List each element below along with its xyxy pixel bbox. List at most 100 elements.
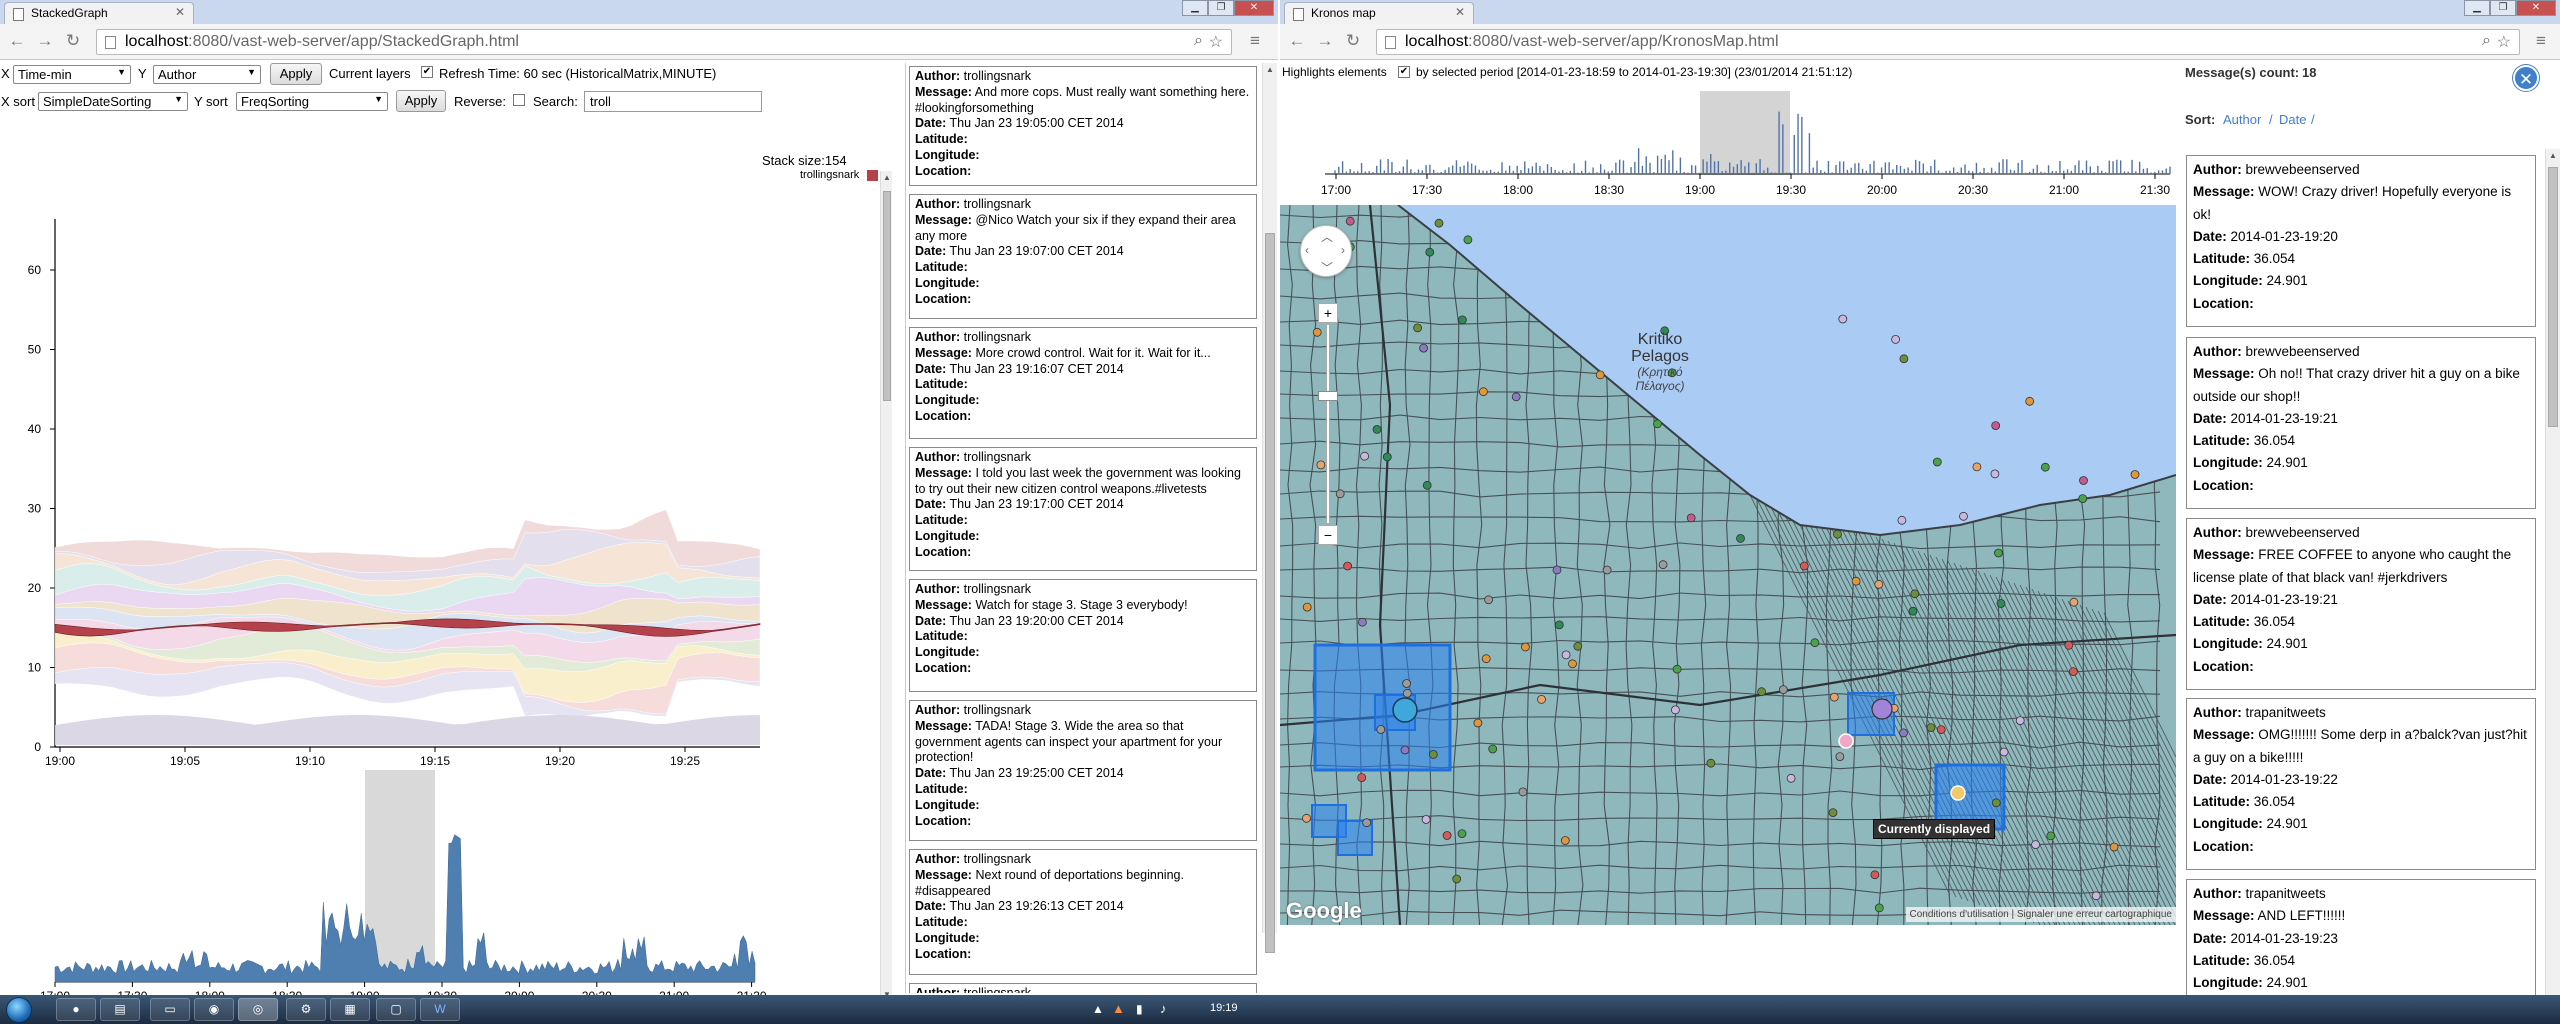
scroll-thumb[interactable] (2548, 167, 2558, 427)
message-item[interactable]: Author: trollingsnark Message: I told you… (909, 447, 1257, 571)
apply-button[interactable]: Apply (270, 63, 322, 85)
scroll-thumb[interactable] (883, 191, 891, 401)
pan-down-icon[interactable]: ﹀ (1321, 259, 1333, 276)
street-map[interactable] (1280, 205, 2176, 925)
map-marker (1658, 560, 1668, 570)
tab-close-icon[interactable]: ✕ (1455, 5, 1465, 19)
menu-icon[interactable]: ≡ (1244, 30, 1266, 52)
tab-close-icon[interactable]: ✕ (175, 5, 185, 19)
message-card[interactable]: Author: brewvebeenserved Message: FREE CO… (2186, 518, 2536, 690)
search-input[interactable] (584, 91, 762, 112)
address-bar[interactable]: localhost:8080/vast-web-server/app/Stack… (96, 29, 1232, 55)
zoom-slider-thumb[interactable] (1318, 391, 1338, 401)
time-histogram[interactable]: 17:00 17:30 18:00 18:30 19:00 19:30 20:00 20:30… (1280, 89, 2180, 205)
chrome-icon[interactable]: ◎ (238, 998, 278, 1021)
close-window-button[interactable]: ✕ (1234, 0, 1274, 16)
close-panel-icon[interactable]: ✕ (2513, 65, 2539, 91)
chart-scrollbar[interactable]: ▲ ▼ (880, 171, 892, 995)
tray-volume-icon[interactable]: ♪ (1160, 1001, 1167, 1016)
message-card[interactable]: Author: brewvebeenserved Message: WOW! Cr… (2186, 155, 2536, 327)
forward-icon[interactable]: → (34, 30, 56, 52)
search-icon[interactable]: ⌕ (1194, 32, 1203, 50)
back-icon[interactable]: ← (1286, 30, 1308, 52)
message-card[interactable]: Author: trapanitweets Message: AND LEFT!!… (2186, 879, 2536, 995)
back-icon[interactable]: ← (6, 30, 28, 52)
message-item[interactable]: Author: trollingsnark Message: More crowd… (909, 327, 1257, 439)
xsort-select[interactable]: SimpleDateSorting ▼ (38, 92, 188, 111)
tray-alert-icon[interactable]: ▲ (1112, 1001, 1125, 1016)
sort-date-link[interactable]: Date (2279, 112, 2306, 127)
reverse-checkbox[interactable] (513, 94, 525, 106)
pan-up-icon[interactable]: ︿ (1321, 228, 1333, 245)
field-label: Message: (915, 718, 972, 733)
message-card[interactable]: Author: brewvebeenserved Message: Oh no!!… (2186, 337, 2536, 509)
star-icon[interactable]: ☆ (1209, 32, 1223, 52)
start-button[interactable] (6, 997, 32, 1023)
highlight-checkbox[interactable]: ✔ (1398, 66, 1410, 78)
zoom-out-button[interactable]: − (1318, 525, 1338, 545)
field-label: Message: (2193, 547, 2255, 563)
scroll-up-arrow-icon[interactable]: ▲ (883, 173, 891, 182)
tray-arrow-icon[interactable]: ▲ (1092, 1002, 1104, 1016)
map-marker (1481, 654, 1491, 664)
apply-sort-button[interactable]: Apply (396, 90, 446, 112)
field-value: 36.054 (2253, 251, 2296, 267)
media-player-icon[interactable]: ● (56, 998, 96, 1021)
forward-icon[interactable]: → (1314, 30, 1336, 52)
y-select[interactable]: Author ▼ (153, 65, 261, 84)
minimize-button[interactable]: ▁ (1182, 0, 1208, 16)
pan-right-icon[interactable]: › (1341, 243, 1345, 257)
address-bar[interactable]: localhost:8080/vast-web-server/app/Krono… (1376, 29, 2520, 55)
tray-network-icon[interactable]: ▮ (1136, 1002, 1143, 1016)
field-value: trapanitweets (2245, 886, 2326, 901)
notes-icon[interactable]: ▦ (330, 998, 370, 1021)
zoom-in-button[interactable]: + (1318, 303, 1338, 323)
maximize-button[interactable]: ❐ (1208, 0, 1234, 16)
field-label: Author: (915, 69, 961, 83)
current-layers-checkbox[interactable]: ✔ (421, 66, 433, 78)
star-icon[interactable]: ☆ (2497, 32, 2511, 52)
cmd-icon[interactable]: ▭ (150, 998, 190, 1021)
message-card[interactable]: Author: trapanitweets Message: OMG!!!!!!!… (2186, 698, 2536, 870)
close-window-button[interactable]: ✕ (2516, 0, 2556, 16)
panel-scrollbar[interactable]: ▲ (2545, 149, 2560, 995)
taskbar-clock[interactable]: 19:19 (1210, 1002, 1238, 1014)
map-marker (1786, 773, 1796, 783)
message-list-scrollbar[interactable]: ▲ (1262, 63, 1277, 953)
report-error-link[interactable]: Signaler une erreur cartographique (2017, 909, 2172, 920)
window-icon[interactable]: ▢ (376, 998, 416, 1021)
scroll-thumb[interactable] (1265, 233, 1275, 953)
menu-icon[interactable]: ≡ (2530, 30, 2552, 52)
message-field: Message: I told you last week the govern… (915, 466, 1251, 498)
message-item[interactable]: Author: trollingsnark Message: And more c… (909, 66, 1257, 186)
x-select[interactable]: Time-min ▼ (13, 65, 131, 84)
sort-author-link[interactable]: Author (2223, 112, 2261, 127)
terms-link[interactable]: Conditions d'utilisation (1910, 909, 2009, 920)
field-label: Latitude: (2193, 952, 2250, 968)
map-view[interactable]: ︿ ﹀ ‹ › + − Kritiko Pelagos (Κρητικό Πέλ… (1280, 205, 2176, 925)
stacked-graph-chart[interactable]: 010203040506019:00 19:05 19:10 19:15 19:20 19… (0, 151, 880, 791)
message-item[interactable]: Author: trollingsnark Message: Watch for … (909, 579, 1257, 692)
message-item[interactable]: Author: trollingsnark Message: @Nico Watc… (909, 194, 1257, 319)
message-item[interactable]: Author: trollingsnark Message: Next round… (909, 849, 1257, 975)
pan-control[interactable]: ︿ ﹀ ‹ › (1300, 225, 1352, 277)
scroll-up-arrow-icon[interactable]: ▲ (2549, 151, 2557, 160)
search-icon[interactable]: ⌕ (2482, 32, 2491, 50)
tab-stackedgraph[interactable]: StackedGraph ✕ (4, 2, 194, 24)
message-item[interactable]: Author: trollingsnark (909, 983, 1257, 993)
firefox-icon[interactable]: ◉ (194, 998, 234, 1021)
tab-kronos-map[interactable]: Kronos map ✕ (1284, 2, 1474, 24)
maximize-button[interactable]: ❐ (2490, 0, 2516, 16)
reload-icon[interactable]: ↻ (1342, 30, 1364, 52)
zoom-slider[interactable] (1326, 324, 1330, 524)
word-icon[interactable]: W (420, 998, 460, 1021)
overview-timeline-chart[interactable]: 17:0017:3018:0018:3019:0019:3020:0020:30… (0, 701, 780, 995)
minimize-button[interactable]: ▁ (2464, 0, 2490, 16)
message-item[interactable]: Author: trollingsnark Message: TADA! Stag… (909, 700, 1257, 841)
settings-icon[interactable]: ⚙ (286, 998, 326, 1021)
pan-left-icon[interactable]: ‹ (1305, 243, 1309, 257)
ysort-select[interactable]: FreqSorting ▼ (236, 92, 388, 111)
scroll-up-arrow-icon[interactable]: ▲ (1266, 65, 1274, 74)
reload-icon[interactable]: ↻ (62, 30, 84, 52)
folder-icon[interactable]: ▤ (100, 998, 140, 1021)
